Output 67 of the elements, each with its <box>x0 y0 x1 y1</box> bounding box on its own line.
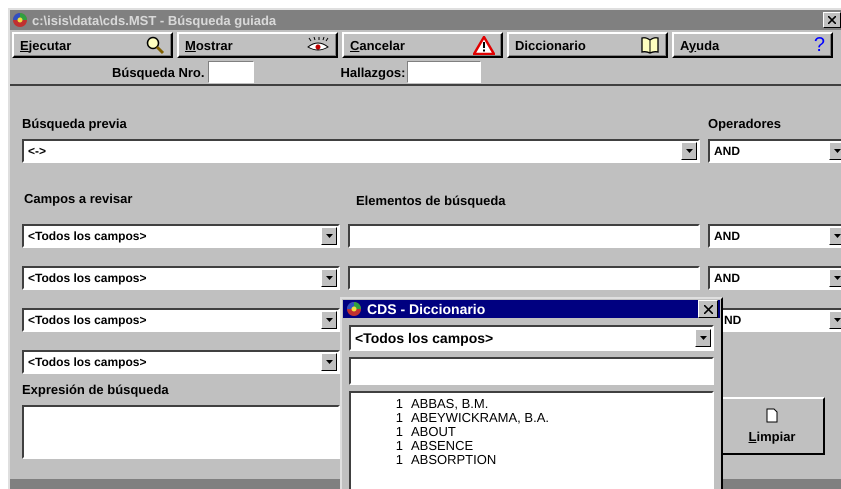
window-title: c:\isis\data\cds.MST - Búsqueda guiada <box>32 12 276 28</box>
down-arrow-icon <box>834 318 840 322</box>
down-arrow-icon <box>326 318 332 322</box>
term-item[interactable]: 1 ABEYWICKRAMA, B.A. <box>391 411 712 425</box>
book-icon <box>640 36 660 54</box>
dropdown-button[interactable] <box>321 269 337 287</box>
dropdown-button[interactable] <box>321 227 337 245</box>
hits-field[interactable] <box>407 61 482 83</box>
term-item[interactable]: 1 ABOUT <box>391 425 712 439</box>
close-button[interactable] <box>823 12 841 28</box>
operator-combo[interactable]: AND <box>708 139 841 163</box>
section-label: Búsqueda previa <box>22 116 128 131</box>
down-arrow-icon <box>326 360 332 364</box>
section-label: Campos a revisar <box>23 191 134 206</box>
dropdown-button[interactable] <box>695 329 711 347</box>
dropdown-button[interactable] <box>829 269 841 287</box>
close-button[interactable] <box>698 300 718 318</box>
down-arrow-icon <box>326 276 332 280</box>
down-arrow-icon <box>834 149 840 153</box>
warning-icon <box>473 36 495 54</box>
down-arrow-icon <box>686 149 692 153</box>
down-arrow-icon <box>834 276 840 280</box>
field-combo[interactable]: <Todos los campos> <box>349 325 714 351</box>
field-combo[interactable]: <Todos los campos> <box>22 350 340 374</box>
magnifier-icon <box>145 35 165 55</box>
dropdown-button[interactable] <box>829 311 841 329</box>
section-label: Elementos de búsqueda <box>355 192 507 208</box>
expression-field[interactable] <box>22 405 340 459</box>
field-combo[interactable]: <Todos los campos> <box>22 308 340 332</box>
help-icon: ? <box>814 35 825 55</box>
down-arrow-icon <box>834 234 840 238</box>
dropdown-button[interactable] <box>829 227 841 245</box>
field-combo[interactable]: <Todos los campos> <box>22 266 340 290</box>
search-term-field[interactable] <box>348 224 700 248</box>
document-icon <box>766 408 778 423</box>
dialog-title: CDS - Diccionario <box>367 301 486 317</box>
toolbar-button[interactable]: Mostrar <box>177 32 338 58</box>
field-combo[interactable]: <Todos los campos> <box>22 224 340 248</box>
field-label: Búsqueda Nro. <box>112 64 204 80</box>
section-label: Operadores <box>708 116 782 131</box>
operator-combo[interactable]: AND <box>708 224 841 248</box>
search-term-field[interactable] <box>348 266 700 290</box>
app-icon <box>12 12 28 28</box>
dropdown-button[interactable] <box>681 142 697 160</box>
term-item[interactable]: 1 ABBAS, B.M. <box>391 397 712 411</box>
dropdown-button[interactable] <box>829 142 841 160</box>
down-arrow-icon <box>700 336 706 340</box>
search-number-field[interactable] <box>208 61 254 83</box>
dropdown-button[interactable] <box>321 353 337 371</box>
toolbar-button[interactable]: Diccionario <box>507 32 668 58</box>
toolbar-button[interactable]: Ejecutar <box>12 32 173 58</box>
field-label: Hallazgos: <box>340 64 406 80</box>
eye-icon <box>306 37 330 53</box>
term-item[interactable]: 1 ABSORPTION <box>391 453 712 467</box>
toolbar-button[interactable]: Ayuda ? <box>672 32 833 58</box>
app-icon <box>346 301 362 317</box>
term-list[interactable]: 1 ABBAS, B.M. 1 ABEYWICKRAMA, B.A. 1 ABOUT 1 ABSENCE 1 ABSORPTION <box>349 391 714 489</box>
section-label: Expresión de búsqueda <box>22 382 169 397</box>
operator-combo[interactable]: AND <box>708 266 841 290</box>
term-field[interactable] <box>349 357 714 385</box>
dropdown-button[interactable] <box>321 311 337 329</box>
down-arrow-icon <box>326 234 332 238</box>
previous-search-combo[interactable]: <-> <box>22 139 700 163</box>
toolbar-button[interactable]: Cancelar <box>342 32 503 58</box>
close-icon <box>828 16 836 24</box>
term-item[interactable]: 1 ABSENCE <box>391 439 712 453</box>
close-icon <box>704 304 712 314</box>
